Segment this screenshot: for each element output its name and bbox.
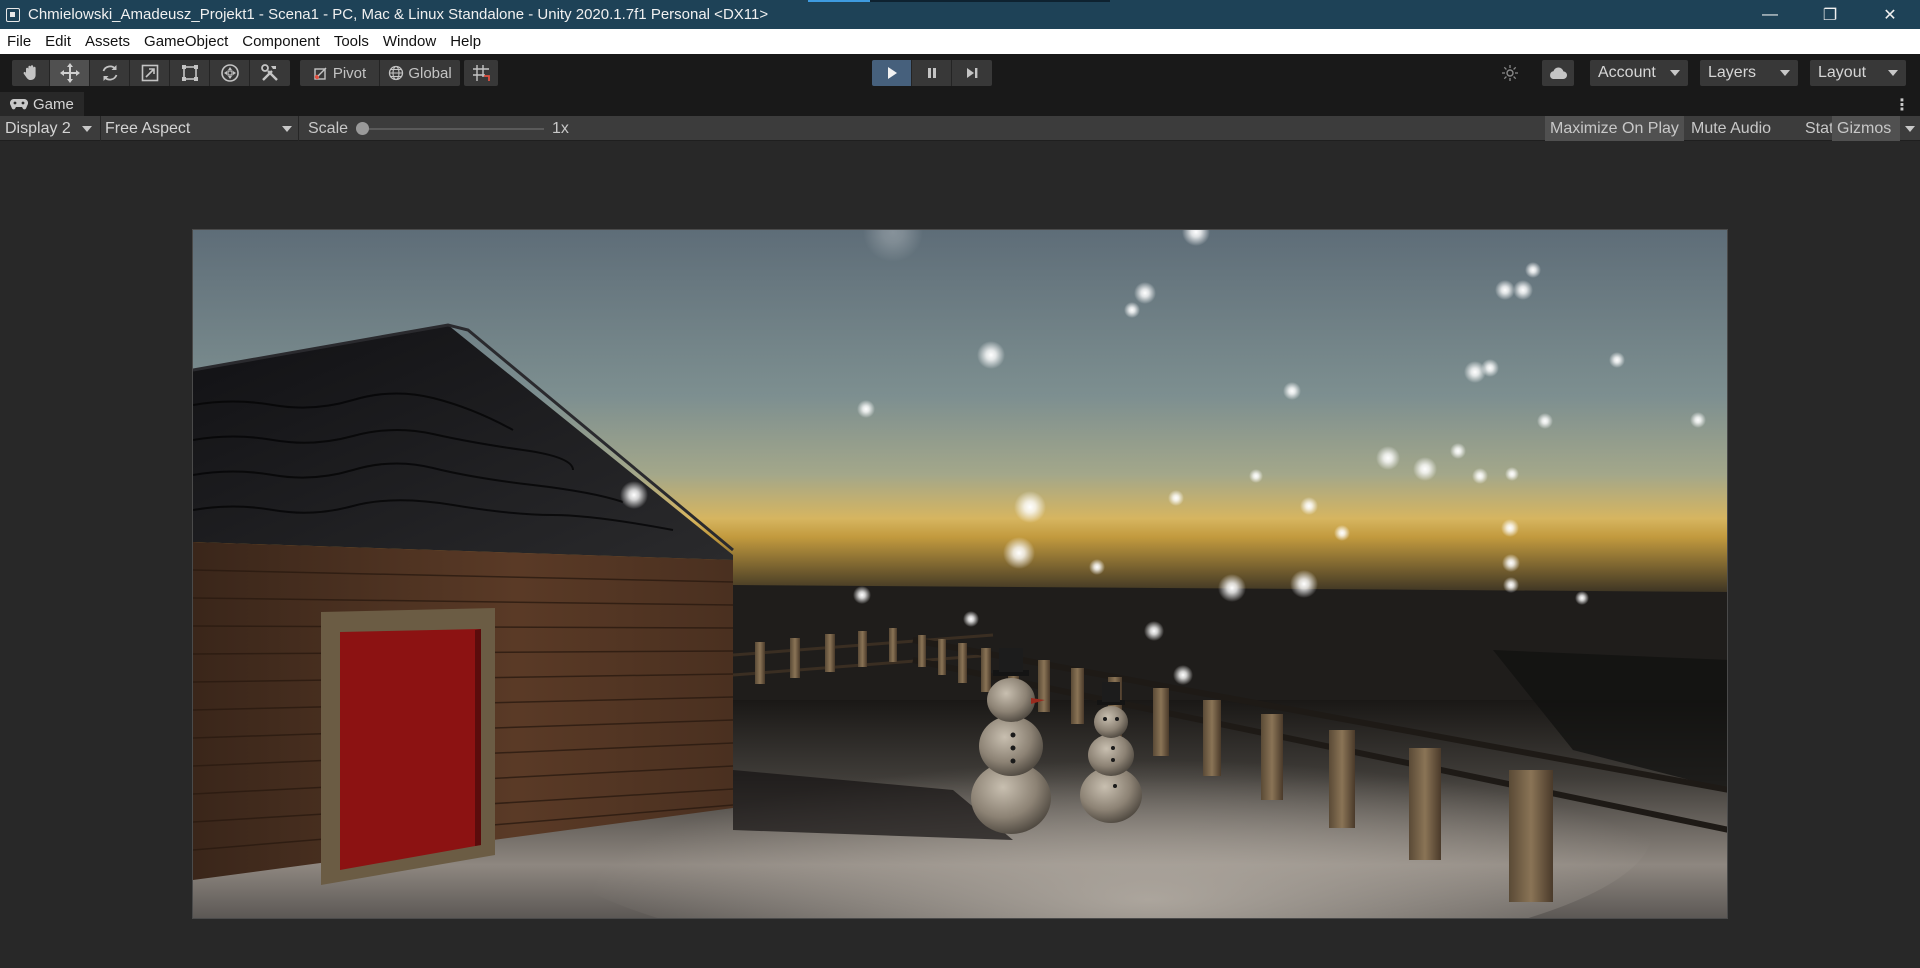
maximize-on-play-toggle[interactable]: Maximize On Play (1545, 116, 1684, 141)
panel-menu-icon[interactable]: ⋮ (1894, 95, 1910, 115)
cloud-group (1542, 60, 1574, 86)
mute-audio-toggle[interactable]: Mute Audio (1686, 116, 1776, 141)
close-button[interactable]: ✕ (1860, 0, 1920, 29)
playback-controls (872, 60, 992, 86)
scene-render (193, 230, 1727, 918)
gizmos-dropdown[interactable] (1900, 116, 1920, 141)
red-door (340, 629, 481, 870)
menu-window[interactable]: Window (376, 33, 443, 50)
title-bar: Chmielowski_Amadeusz_Projekt1 - Scena1 -… (0, 0, 1920, 29)
menu-tools[interactable]: Tools (327, 33, 376, 50)
move-icon (59, 63, 80, 83)
layers-dropdown[interactable]: Layers (1700, 60, 1798, 86)
taskbar-accent-dark (870, 0, 1110, 2)
scale-icon (141, 64, 158, 82)
step-button[interactable] (952, 60, 992, 86)
menu-help[interactable]: Help (443, 33, 488, 50)
pivot-global-group: Pivot Global (300, 60, 460, 86)
tab-game-label: Game (33, 95, 74, 113)
pivot-icon (314, 67, 327, 80)
chevron-down-icon (1780, 70, 1790, 76)
chevron-down-icon (1670, 70, 1680, 76)
panel-tab-strip: Game ⋮ (0, 92, 1920, 116)
cloud-icon (1550, 67, 1568, 80)
pause-icon (927, 68, 936, 78)
grid-snap-button[interactable] (464, 60, 498, 86)
global-toggle[interactable]: Global (380, 60, 460, 86)
account-dropdown[interactable]: Account (1590, 60, 1688, 86)
collab-sun-icon (1502, 65, 1518, 81)
step-icon (967, 68, 978, 78)
snap-group (464, 60, 498, 86)
scale-slider-thumb[interactable] (356, 122, 369, 135)
layout-label: Layout (1818, 64, 1867, 81)
menu-file[interactable]: File (0, 33, 38, 50)
pivot-label: Pivot (332, 64, 367, 82)
global-label: Global (408, 64, 452, 82)
rect-transform-icon (181, 65, 198, 81)
transform-tool-button[interactable] (210, 60, 250, 86)
transform-tools (12, 60, 290, 86)
hand-tool-button[interactable] (12, 60, 50, 86)
menu-component[interactable]: Component (235, 33, 327, 50)
display-label: Display 2 (5, 119, 71, 137)
transform-icon (220, 64, 239, 82)
gamepad-icon (10, 98, 28, 110)
chevron-down-icon (1905, 126, 1915, 132)
unity-app-icon (6, 7, 20, 22)
minimize-button[interactable]: — (1740, 0, 1800, 29)
play-button[interactable] (872, 60, 912, 86)
tab-game[interactable]: Game (0, 92, 84, 116)
game-view (0, 141, 1920, 968)
mute-audio-label: Mute Audio (1691, 119, 1772, 137)
chevron-down-icon (82, 126, 92, 132)
aspect-dropdown[interactable]: Free Aspect (100, 118, 298, 139)
play-icon (887, 67, 897, 79)
window-title: Chmielowski_Amadeusz_Projekt1 - Scena1 -… (28, 6, 769, 23)
services-group (1494, 60, 1526, 86)
gizmos-toggle[interactable]: Gizmos (1832, 116, 1900, 141)
maximize-button[interactable]: ❐ (1800, 0, 1860, 29)
menu-assets[interactable]: Assets (78, 33, 137, 50)
scale-label: Scale (308, 120, 349, 137)
rotate-tool-button[interactable] (90, 60, 130, 86)
layers-label: Layers (1708, 64, 1757, 81)
layout-dropdown[interactable]: Layout (1810, 60, 1906, 86)
globe-icon (389, 65, 404, 81)
main-toolbar: Pivot Global Account Layers Layout (0, 54, 1920, 92)
aspect-label: Free Aspect (105, 119, 191, 137)
door-edge (475, 629, 481, 846)
window-controls: — ❐ ✕ (1740, 0, 1920, 29)
chevron-down-icon (282, 126, 292, 132)
scale-value: 1x (552, 120, 569, 137)
scale-slider-track[interactable] (360, 128, 544, 130)
hand-icon (23, 65, 36, 80)
custom-tool-button[interactable] (250, 60, 290, 86)
account-label: Account (1598, 64, 1656, 81)
tools-icon (261, 64, 278, 81)
menu-bar: File Edit Assets GameObject Component To… (0, 29, 1920, 54)
chevron-down-icon (1888, 70, 1898, 76)
rotate-icon (102, 65, 117, 81)
pause-button[interactable] (912, 60, 952, 86)
pivot-toggle[interactable]: Pivot (300, 60, 380, 86)
collab-button[interactable] (1494, 60, 1526, 86)
grid-snap-icon (473, 65, 490, 81)
game-render-viewport[interactable] (192, 229, 1728, 919)
divider (298, 116, 299, 141)
taskbar-accent (808, 0, 870, 2)
game-view-toolbar: Display 2 Free Aspect Scale 1x Maximize … (0, 116, 1920, 141)
rect-tool-button[interactable] (170, 60, 210, 86)
menu-gameobject[interactable]: GameObject (137, 33, 235, 50)
menu-edit[interactable]: Edit (38, 33, 78, 50)
display-dropdown[interactable]: Display 2 (0, 118, 98, 139)
maximize-on-play-label: Maximize On Play (1550, 119, 1679, 137)
scale-tool-button[interactable] (130, 60, 170, 86)
cloud-button[interactable] (1542, 60, 1574, 86)
gizmos-label: Gizmos (1837, 119, 1892, 137)
move-tool-button[interactable] (50, 60, 90, 86)
